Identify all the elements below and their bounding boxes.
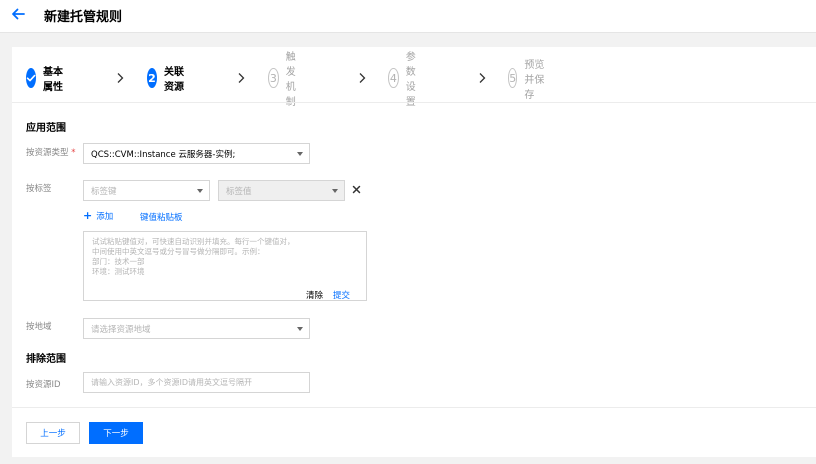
prev-step-button[interactable]: 上一步 (26, 422, 80, 444)
region-placeholder: 请选择资源地域 (91, 324, 151, 335)
tag-label: 按标签 (26, 184, 52, 194)
resource-id-input[interactable]: 请输入资源ID，多个资源ID请用英文逗号隔开 (83, 372, 310, 393)
clear-button[interactable]: 清除 (306, 289, 323, 301)
resource-type-label: 按资源类型 * (26, 146, 75, 158)
step-1-label: 基本属性 (43, 67, 63, 93)
footer-divider (12, 407, 816, 408)
tag-value-select[interactable]: 标签值 (218, 180, 345, 201)
step-4-number: 4 (388, 68, 399, 88)
resource-type-label-text: 按资源类型 (26, 148, 69, 158)
step-4-label: 参数设置 (405, 52, 416, 108)
tag-value-placeholder: 标签值 (226, 186, 252, 197)
paste-textarea-placeholder: 试试粘贴键值对，可快速自动识别并填充。每行一个键值对， 中间使用中英文逗号或分号… (92, 237, 354, 277)
step-1-check-icon (26, 68, 36, 88)
resource-id-label: 按资源ID (26, 380, 61, 390)
step-trigger[interactable]: 3 触发机制 (268, 52, 305, 108)
placeholder-line: 环境：测试环境 (92, 267, 145, 276)
arrow-left-icon[interactable] (9, 5, 27, 23)
step-preview-save[interactable]: 5 预览并保存 (508, 60, 545, 101)
step-basic-attributes[interactable]: 基本属性 (26, 67, 63, 93)
next-step-button[interactable]: 下一步 (89, 422, 143, 444)
resource-type-value: QCS::CVM::Instance 云服务器-实例; (91, 149, 236, 160)
chevron-right-icon (238, 73, 245, 83)
required-mark: * (71, 148, 76, 158)
resource-id-placeholder: 请输入资源ID，多个资源ID请用英文逗号隔开 (91, 378, 253, 387)
caret-down-icon (297, 327, 303, 331)
step-5-number: 5 (508, 68, 518, 88)
step-associate-resources[interactable]: 2 关联资源 (147, 67, 184, 93)
chevron-right-icon (359, 73, 366, 83)
tag-key-select[interactable]: 标签键 (83, 180, 210, 201)
placeholder-line: 部门：技术一部 (92, 257, 145, 266)
resource-type-select[interactable]: QCS::CVM::Instance 云服务器-实例; (83, 143, 310, 164)
main-card: 基本属性 2 关联资源 3 触发机制 4 参数设置 5 预览并保存 应用范围 按… (12, 47, 816, 457)
caret-down-icon (332, 189, 338, 193)
step-2-label: 关联资源 (164, 67, 184, 93)
placeholder-line: 中间使用中英文逗号或分号冒号做分隔即可。示例： (92, 247, 265, 256)
step-5-label: 预览并保存 (524, 59, 545, 101)
scope-section-title: 应用范围 (26, 123, 66, 134)
exclude-section-title: 排除范围 (26, 354, 66, 365)
tag-key-placeholder: 标签键 (91, 186, 117, 197)
chevron-right-icon (117, 73, 124, 83)
page-title: 新建托管规则 (44, 10, 123, 25)
placeholder-line: 试试粘贴键值对，可快速自动识别并填充。每行一个键值对， (92, 237, 295, 246)
caret-down-icon (197, 189, 203, 193)
add-tag-label: 添加 (96, 212, 114, 222)
paste-textarea[interactable]: 试试粘贴键值对，可快速自动识别并填充。每行一个键值对， 中间使用中英文逗号或分号… (83, 231, 367, 301)
step-2-number: 2 (147, 68, 157, 88)
submit-button[interactable]: 提交 (333, 289, 350, 301)
steps-divider (12, 102, 816, 103)
step-parameters[interactable]: 4 参数设置 (388, 52, 425, 108)
top-bar: 新建托管规则 (0, 0, 816, 33)
paste-board-link[interactable]: 键值粘贴板 (140, 211, 183, 223)
region-label: 按地域 (26, 322, 52, 332)
chevron-right-icon (479, 73, 486, 83)
add-tag-button[interactable]: + 添加 (83, 209, 113, 222)
step-3-label: 触发机制 (285, 52, 296, 108)
plus-icon: + (83, 209, 93, 222)
close-icon[interactable] (352, 185, 361, 194)
step-3-number: 3 (268, 68, 279, 88)
caret-down-icon (297, 152, 303, 156)
region-select[interactable]: 请选择资源地域 (83, 318, 310, 339)
